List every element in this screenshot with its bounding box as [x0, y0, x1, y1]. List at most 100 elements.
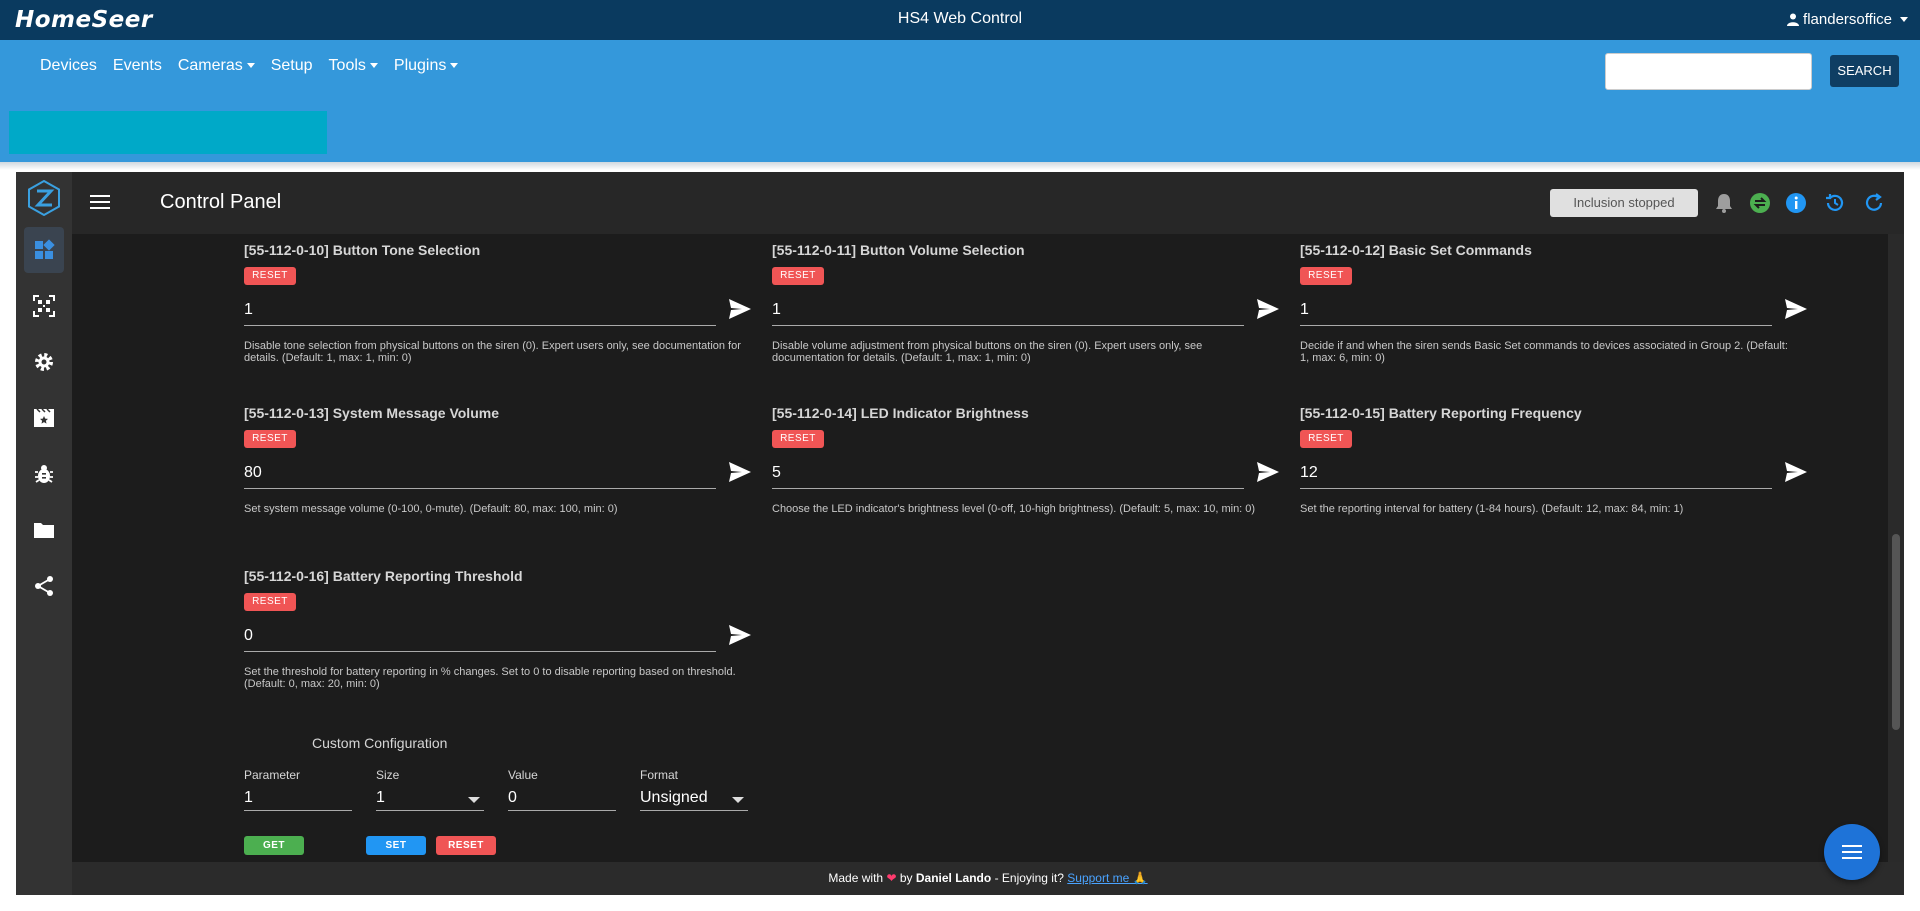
send-icon[interactable]	[1256, 461, 1280, 483]
page-title: Control Panel	[160, 191, 282, 213]
nav-cameras[interactable]: Cameras	[178, 57, 255, 75]
refresh-icon[interactable]	[1863, 192, 1885, 214]
param-description: Set system message volume (0-100, 0-mute…	[244, 503, 618, 515]
app-title: HS4 Web Control	[897, 10, 1023, 27]
fab-menu-button[interactable]	[1824, 824, 1880, 880]
nav-control-panel[interactable]	[24, 227, 64, 273]
footer-made-with: Made with	[828, 871, 884, 885]
custom-parameter-input[interactable]: 1	[244, 785, 352, 811]
footer-author: Daniel Lando	[915, 871, 992, 885]
history-icon[interactable]	[1824, 192, 1846, 214]
support-link[interactable]: Support me 🙏	[1067, 871, 1147, 885]
custom-value-label: Value	[508, 768, 538, 782]
send-icon[interactable]	[728, 298, 752, 320]
param-value-input[interactable]: 5	[772, 459, 1244, 489]
scrollbar[interactable]	[1888, 234, 1904, 862]
param-card: [55-112-0-14] LED Indicator Brightness R…	[772, 405, 1279, 515]
custom-config-title: Custom Configuration	[312, 735, 448, 751]
chevron-down-icon	[450, 63, 459, 69]
custom-size-field[interactable]: Size 1	[376, 768, 484, 811]
chevron-down-icon	[369, 63, 378, 69]
param-reset-button[interactable]: RESET	[244, 593, 296, 611]
nav-bar: Devices Events Cameras Setup Tools Plugi…	[0, 40, 1920, 102]
bell-icon[interactable]	[1713, 192, 1735, 214]
zwave-panel: Control Panel Inclusion stopped [55-112-…	[16, 172, 1904, 895]
param-description: Decide if and when the siren sends Basic…	[1300, 340, 1788, 364]
param-value-input[interactable]: 1	[1300, 296, 1772, 326]
param-reset-button[interactable]: RESET	[244, 430, 296, 448]
param-description: Disable volume adjustment from physical …	[772, 340, 1203, 364]
nav-settings[interactable]	[24, 339, 64, 385]
left-nav	[16, 172, 72, 895]
sync-icon[interactable]	[1749, 192, 1771, 214]
custom-reset-button[interactable]: RESET	[436, 836, 496, 855]
nav-cameras-label: Cameras	[177, 57, 243, 74]
debug-icon	[35, 465, 53, 483]
custom-format-value: Unsigned	[640, 789, 708, 806]
user-menu[interactable]: flandersoffice	[1787, 11, 1908, 28]
custom-parameter-field[interactable]: Parameter 1	[244, 768, 352, 811]
band-shadow	[0, 162, 1920, 170]
scrollbar-thumb[interactable]	[1892, 534, 1900, 730]
nav-network-graph[interactable]	[24, 563, 64, 609]
search-button[interactable]: SEARCH	[1830, 55, 1899, 87]
share-icon	[35, 576, 53, 596]
custom-format-select[interactable]: Unsigned	[640, 785, 748, 811]
param-value-input[interactable]: 12	[1300, 459, 1772, 489]
nav-scenes[interactable]	[24, 395, 64, 441]
nav-tools[interactable]: Tools	[329, 57, 378, 75]
nav-debug[interactable]	[24, 451, 64, 497]
search-input[interactable]	[1605, 53, 1812, 90]
heart-icon: ❤	[886, 871, 897, 885]
nav-smart-start[interactable]	[24, 283, 64, 329]
inclusion-status-button[interactable]: Inclusion stopped	[1550, 189, 1698, 217]
get-button[interactable]: GET	[244, 836, 304, 855]
custom-size-select[interactable]: 1	[376, 785, 484, 811]
custom-value-input[interactable]: 0	[508, 785, 616, 811]
nav-events[interactable]: Events	[113, 57, 162, 75]
chevron-down-icon	[732, 797, 744, 803]
param-reset-button[interactable]: RESET	[772, 430, 824, 448]
param-reset-button[interactable]: RESET	[244, 267, 296, 285]
param-card: [55-112-0-12] Basic Set Commands RESET 1…	[1300, 242, 1807, 364]
param-card: [55-112-0-15] Battery Reporting Frequenc…	[1300, 405, 1807, 515]
menu-icon[interactable]	[90, 194, 110, 210]
qr-scan-icon	[33, 295, 55, 317]
param-reset-button[interactable]: RESET	[1300, 430, 1352, 448]
param-description: Set the threshold for battery reporting …	[244, 666, 736, 690]
param-value-input[interactable]: 1	[772, 296, 1244, 326]
chevron-down-icon	[1900, 17, 1908, 22]
send-icon[interactable]	[1784, 298, 1808, 320]
param-description: Set the reporting interval for battery (…	[1300, 503, 1684, 515]
nav-devices[interactable]: Devices	[40, 57, 97, 75]
settings-icon	[35, 353, 53, 371]
send-icon[interactable]	[728, 461, 752, 483]
param-title: [55-112-0-10] Button Tone Selection	[244, 242, 481, 258]
set-button[interactable]: SET	[366, 836, 426, 855]
send-icon[interactable]	[1784, 461, 1808, 483]
info-icon[interactable]	[1785, 192, 1807, 214]
user-name: flandersoffice	[1803, 11, 1892, 28]
send-icon[interactable]	[728, 624, 752, 646]
menu-icon	[1842, 845, 1862, 859]
folder-icon	[34, 523, 54, 538]
send-icon[interactable]	[1256, 298, 1280, 320]
param-description: Disable tone selection from physical but…	[244, 340, 741, 364]
custom-format-field[interactable]: Format Unsigned	[640, 768, 748, 811]
param-reset-button[interactable]: RESET	[772, 267, 824, 285]
nav-setup[interactable]: Setup	[271, 57, 313, 75]
param-value-input[interactable]: 80	[244, 459, 716, 489]
param-value-input[interactable]: 1	[244, 296, 716, 326]
custom-value-field[interactable]: Value 0	[508, 768, 616, 811]
custom-format-label: Format	[640, 768, 679, 782]
param-card: [55-112-0-11] Button Volume Selection RE…	[772, 242, 1279, 364]
param-card: [55-112-0-13] System Message Volume RESE…	[244, 405, 751, 515]
nav-store[interactable]	[24, 507, 64, 553]
plugin-banner	[9, 111, 327, 154]
param-description: Choose the LED indicator's brightness le…	[772, 503, 1256, 515]
param-reset-button[interactable]: RESET	[1300, 267, 1352, 285]
footer: Made with ❤ by Daniel Lando - Enjoying i…	[72, 862, 1904, 895]
custom-parameter-label: Parameter	[244, 768, 301, 782]
nav-plugins[interactable]: Plugins	[394, 57, 459, 75]
param-value-input[interactable]: 0	[244, 622, 716, 652]
